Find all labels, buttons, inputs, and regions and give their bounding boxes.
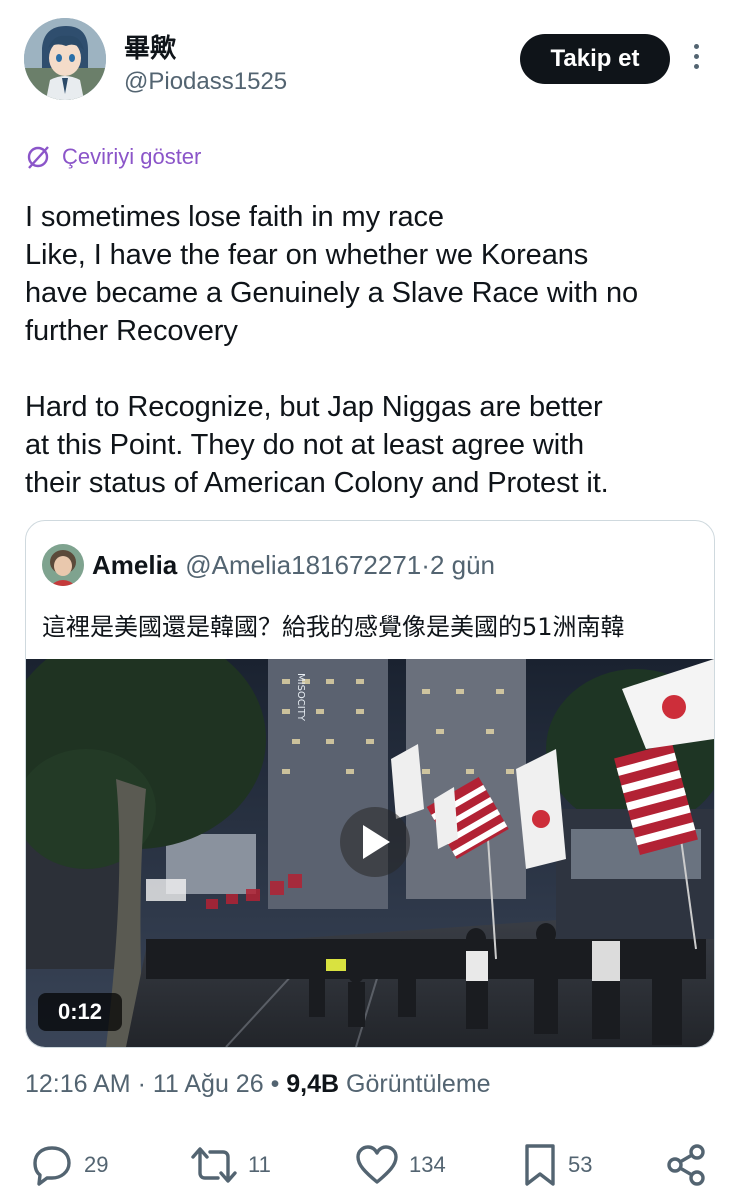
play-icon <box>363 825 390 859</box>
meta-separator: · <box>130 1070 153 1098</box>
views-count[interactable]: 9,4B <box>286 1070 339 1098</box>
show-translation-label: Çeviriyi göster <box>62 144 202 169</box>
bookmark-icon <box>525 1144 555 1186</box>
play-button[interactable] <box>340 807 410 877</box>
author-handle[interactable]: @Piodass1525 <box>124 68 287 96</box>
bookmark-count: 53 <box>568 1152 593 1177</box>
author-display-name[interactable]: 畢歟 <box>124 28 176 65</box>
video-duration: 0:12 <box>38 993 122 1031</box>
reply-count: 29 <box>84 1152 109 1177</box>
tweet-time[interactable]: 12:16 AM <box>25 1070 131 1098</box>
heart-icon <box>356 1145 398 1184</box>
meta-separator-2: • <box>263 1070 287 1098</box>
like-count: 134 <box>409 1152 446 1177</box>
video-player[interactable]: MISOCITY 0:12 <box>26 659 714 1047</box>
quoted-tweet-time[interactable]: 2 gün <box>430 550 495 581</box>
building-sign: MISOCITY <box>295 673 306 722</box>
quoted-tweet-text: 這裡是美國還是韓國？給我的感覺像是美國的51洲南韓 <box>42 613 625 641</box>
quoted-author-avatar[interactable] <box>42 544 84 586</box>
like-button[interactable]: 134 <box>355 1140 446 1190</box>
quoted-meta-separator: · <box>421 549 430 580</box>
views-label: Görüntüleme <box>339 1070 491 1098</box>
show-translation-link[interactable]: Çeviriyi göster <box>26 144 201 170</box>
repost-icon <box>191 1147 237 1183</box>
tweet-header: 畢歟 @Piodass1525 Takip et <box>24 18 714 102</box>
quoted-author-handle[interactable]: @Amelia181672271 <box>185 550 421 581</box>
quoted-tweet[interactable]: Amelia @Amelia181672271 · 2 gün 這裡是美國還是韓… <box>25 520 715 1048</box>
share-icon <box>667 1144 705 1186</box>
reply-button[interactable]: 29 <box>30 1140 108 1190</box>
share-button[interactable] <box>665 1140 709 1190</box>
tweet-actions: 29 11 134 53 <box>25 1140 715 1190</box>
tweet-date[interactable]: 11 Ağu 26 <box>153 1070 264 1098</box>
translate-icon <box>27 146 49 169</box>
reply-icon <box>33 1146 71 1186</box>
author-avatar[interactable] <box>24 18 106 100</box>
follow-button[interactable]: Takip et <box>520 34 670 84</box>
repost-button[interactable]: 11 <box>190 1140 271 1190</box>
tweet-text: I sometimes lose faith in my race Like, … <box>25 201 639 499</box>
repost-count: 11 <box>248 1152 271 1177</box>
bookmark-button[interactable]: 53 <box>522 1140 592 1190</box>
quoted-author-name[interactable]: Amelia <box>92 550 177 581</box>
quoted-tweet-header: Amelia @Amelia181672271 · 2 gün <box>42 543 495 587</box>
tweet-metadata: 12:16 AM · 11 Ağu 26 • 9,4B Görüntüleme <box>25 1070 491 1099</box>
more-vertical-icon[interactable] <box>689 44 703 74</box>
